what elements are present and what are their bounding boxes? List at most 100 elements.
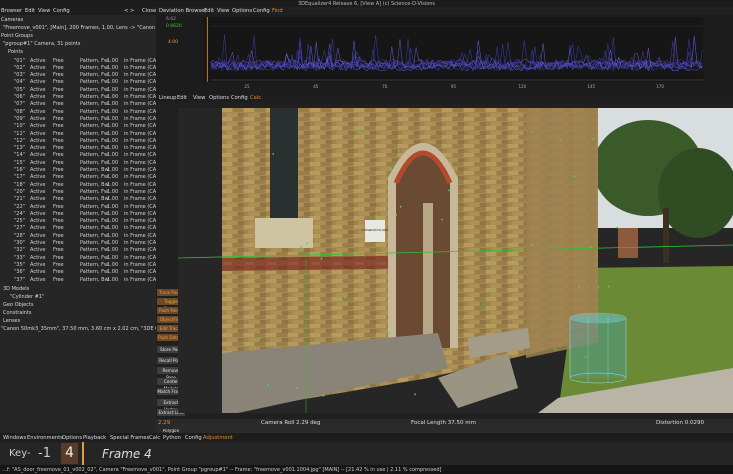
menu-browser[interactable]: Browser xyxy=(1,8,22,14)
track-point[interactable] xyxy=(531,243,534,246)
main-menu-item[interactable]: Python xyxy=(163,435,181,441)
main-menu-item[interactable]: Windows xyxy=(3,435,26,441)
track-point[interactable] xyxy=(293,298,296,300)
deviation-graph[interactable]: 25 45 70 95 120 145 170 xyxy=(176,17,731,89)
point-row[interactable]: "06" Active Free Pattern, Fw 1.00 in Frame (C… xyxy=(0,94,156,101)
menu-view[interactable]: View xyxy=(38,8,50,14)
track-point[interactable] xyxy=(258,337,261,339)
point-row[interactable]: "35" Active Free Pattern, Fw 1.00 in Frame (C… xyxy=(0,261,156,268)
menu-lu-calc[interactable]: Calc xyxy=(250,95,261,101)
menu-edit[interactable]: Edit xyxy=(25,8,35,14)
track-point[interactable] xyxy=(300,246,302,248)
track-point[interactable] xyxy=(597,285,600,288)
menu-dev-view[interactable]: View xyxy=(217,8,229,14)
point-row[interactable]: "22" Active Free Pattern, Fw 1.00 in Frame (C… xyxy=(0,203,156,210)
point-row[interactable]: "28" Active Free Pattern, Fw 1.00 in Frame (C… xyxy=(0,232,156,239)
track-point[interactable] xyxy=(476,160,479,163)
point-row[interactable]: "33" Active Free Pattern, Fw 1.00 in Frame (C… xyxy=(0,254,156,261)
track-point[interactable] xyxy=(554,348,557,351)
point-row[interactable]: "05" Active Free Pattern, Fw 1.00 in Frame (C… xyxy=(0,86,156,93)
tree-pgroup[interactable]: "pgroup#1" Camera, 31 points xyxy=(3,41,80,47)
track-point[interactable] xyxy=(320,257,323,260)
key-value[interactable]: -1 xyxy=(38,446,51,461)
track-point[interactable] xyxy=(322,395,325,397)
point-row[interactable]: "15" Active Free Pattern, Fw 1.00 in Frame (C… xyxy=(0,159,156,166)
point-row[interactable]: "09" Active Free Pattern, Fw 1.00 in Frame (C… xyxy=(0,115,156,122)
track-point[interactable] xyxy=(423,218,426,221)
point-row[interactable]: "25" Active Free Pattern, Fw 1.00 in Frame (C… xyxy=(0,218,156,225)
tree-bottom-item[interactable]: Geo Objects xyxy=(3,302,34,308)
point-row[interactable]: "27" Active Free Pattern, Fw 1.00 in Frame (C… xyxy=(0,225,156,232)
track-point[interactable] xyxy=(272,153,275,155)
tree-cameras[interactable]: Cameras xyxy=(1,17,23,23)
tree-camera-item[interactable]: "Freemove_v001", [Main], 200 Frames, 1.0… xyxy=(3,25,174,31)
menu-dev-find[interactable]: Find xyxy=(272,8,283,14)
menu-config[interactable]: Config xyxy=(53,8,70,14)
track-point[interactable] xyxy=(344,296,346,298)
menu-lu-options[interactable]: Options xyxy=(209,95,229,101)
track-point[interactable] xyxy=(531,131,534,133)
track-point[interactable] xyxy=(295,387,298,389)
main-menu-item[interactable]: Special Frames xyxy=(110,435,149,441)
main-menu-item[interactable]: Playback xyxy=(83,435,106,441)
track-point[interactable] xyxy=(267,384,269,386)
track-point[interactable] xyxy=(591,138,594,140)
track-point[interactable] xyxy=(589,246,592,249)
frame-number-box[interactable]: 4 xyxy=(61,443,78,464)
track-point[interactable] xyxy=(491,291,494,294)
point-row[interactable]: "11" Active Free Pattern, Fw 1.00 in Frame (C… xyxy=(0,130,156,137)
tree-point-groups[interactable]: Point Groups xyxy=(1,33,33,39)
tree-bottom-item[interactable]: Constraints xyxy=(3,310,32,316)
track-point[interactable] xyxy=(390,168,393,170)
track-point[interactable] xyxy=(516,263,519,266)
track-point[interactable] xyxy=(441,218,444,221)
tree-bottom-item[interactable]: "Cylinder #1" xyxy=(10,294,44,300)
point-row[interactable]: "04" Active Free Pattern, Fw 1.00 in Frame (C… xyxy=(0,79,156,86)
point-row[interactable]: "20" Active Free Pattern, Fw 1.00 in Frame (C… xyxy=(0,188,156,195)
track-point[interactable] xyxy=(306,242,309,245)
track-point[interactable] xyxy=(448,189,450,192)
main-menu-item[interactable]: Config xyxy=(185,435,202,441)
cylinder-model[interactable] xyxy=(569,312,627,384)
main-menu-item[interactable]: Options xyxy=(62,435,82,441)
menu-lu-view[interactable]: View xyxy=(193,95,205,101)
track-point[interactable] xyxy=(397,150,400,152)
track-point[interactable] xyxy=(578,285,580,288)
track-point[interactable] xyxy=(607,285,610,288)
menu-deviation-browser[interactable]: Deviation Browser xyxy=(159,8,206,14)
menu-lineup[interactable]: Lineup xyxy=(159,95,176,101)
tree-bottom-item[interactable]: Lenses xyxy=(3,318,20,324)
track-point[interactable] xyxy=(584,356,587,358)
camera-roll-readout[interactable]: Camera Roll 2.29 deg xyxy=(261,420,320,427)
point-row[interactable]: "18" Active Free Pattern, Bw 1.00 in Frame (C… xyxy=(0,181,156,188)
point-row[interactable]: "07" Active Free Pattern, Fw 1.00 in Frame (C… xyxy=(0,101,156,108)
main-menu-item[interactable]: Calc xyxy=(149,435,160,441)
focal-length-readout[interactable]: Focal Length 37.50 mm xyxy=(411,420,476,427)
track-point[interactable] xyxy=(559,139,562,142)
point-row[interactable]: "14" Active Free Pattern, Fw 1.00 in Frame (C… xyxy=(0,152,156,159)
main-menu-item[interactable]: Adjustment xyxy=(203,435,233,441)
timeline-cursor[interactable] xyxy=(82,442,84,465)
menu-dev-edit[interactable]: Edit xyxy=(204,8,214,14)
point-row[interactable]: "17" Active Free Pattern, Fw 1.00 in Frame (C… xyxy=(0,174,156,181)
point-row[interactable]: "12" Active Free Pattern, Fw 1.00 in Frame (C… xyxy=(0,137,156,144)
track-point[interactable] xyxy=(357,130,360,133)
track-point[interactable] xyxy=(395,214,398,216)
nav-arrows[interactable]: < > xyxy=(124,8,134,14)
tree-bottom-item[interactable]: 3D Models xyxy=(3,286,29,292)
track-point[interactable] xyxy=(388,332,391,335)
point-row[interactable]: "21" Active Free Pattern, Bw 1.00 in Frame (C… xyxy=(0,196,156,203)
lineup-viewport[interactable]: CONSERVATION AREA xyxy=(178,108,733,413)
track-point[interactable] xyxy=(399,205,402,208)
distortion-readout[interactable]: Distortion 0.0290 xyxy=(656,420,704,427)
track-point[interactable] xyxy=(414,393,416,396)
track-point[interactable] xyxy=(616,226,618,229)
menu-dev-config[interactable]: Config xyxy=(253,8,270,14)
menu-lu-config[interactable]: Config xyxy=(231,95,248,101)
track-point[interactable] xyxy=(375,215,377,217)
point-row[interactable]: "10" Active Free Pattern, Fw 1.00 in Frame (C… xyxy=(0,123,156,130)
track-point[interactable] xyxy=(482,303,485,305)
track-point[interactable] xyxy=(362,128,365,130)
track-point[interactable] xyxy=(573,175,575,178)
menu-lu-edit[interactable]: Edit xyxy=(177,95,187,101)
